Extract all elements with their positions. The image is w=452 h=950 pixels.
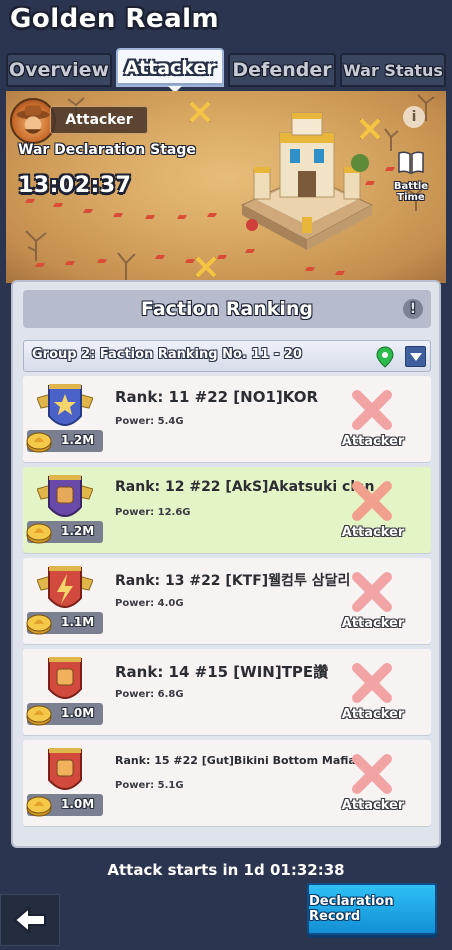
status-label: Attacker [341,798,405,813]
crossed-swords-icon[interactable] [186,98,214,126]
faction-power: Power: 6.8G [115,689,184,700]
tab-overview[interactable]: Overview [6,53,112,87]
gold-coin-icon [26,796,52,817]
faction-rank: Rank: 13 #22 [KTF]웰컴투 삼달리 [115,573,351,589]
faction-row[interactable]: 1.1M Rank: 13 #22 [KTF]웰컴투 삼달리 Power: 4.… [23,558,431,644]
tab-label: Defender [232,59,332,81]
gold-coin-icon [26,614,52,635]
faction-power: Power: 5.4G [115,416,184,427]
faction-row[interactable]: 1.2M Rank: 12 #22 [AkS]Akatsuki clan Pow… [23,467,431,553]
back-arrow-icon [13,906,46,934]
attacker-badge: Attacker [10,98,148,144]
tab-label: War Status [343,60,443,80]
battle-time-label: Battle Time [393,181,429,203]
member-power-value: 1.0M [61,706,95,720]
battle-time-button[interactable]: Battle Time [380,149,442,203]
group-label: Group 2: Faction Ranking No. 11 - 20 [32,347,302,362]
member-power-value: 1.0M [61,797,95,811]
faction-ranking-panel: Faction Ranking ! Group 2: Faction Ranki… [11,280,441,848]
back-button[interactable] [0,894,60,946]
info-icon[interactable]: i [403,106,425,128]
tab-defender[interactable]: Defender [228,53,336,87]
group-selector[interactable]: Group 2: Faction Ranking No. 11 - 20 [23,340,431,372]
panel-title: Faction Ranking [141,298,313,320]
role-label: Attacker [50,106,148,134]
crossed-swords-icon[interactable] [192,253,220,281]
cowboy-hat-icon [16,105,50,134]
stage-timer: 13:02:37 [18,173,132,198]
help-icon[interactable]: ! [403,299,423,319]
chevron-down-icon [409,352,422,361]
attacker-cross-icon [352,390,392,430]
gold-coin-icon [26,523,52,544]
status-label: Attacker [341,707,405,722]
faction-rank: Rank: 15 #22 [Gut]Bikini Bottom Mafia [115,754,356,767]
declaration-record-button[interactable]: Declaration Record [307,883,437,935]
attacker-cross-icon [352,572,392,612]
faction-rank: Rank: 11 #22 [NO1]KOR [115,388,319,406]
location-pin-icon[interactable] [376,346,394,368]
faction-power: Power: 5.1G [115,780,184,791]
faction-power: Power: 4.0G [115,598,184,609]
status-label: Attacker [341,616,405,631]
crossed-swords-icon[interactable] [356,115,384,143]
member-power-pill: 1.2M [26,430,103,453]
attacker-cross-icon [352,481,392,521]
member-power-pill: 1.2M [26,521,103,544]
faction-row[interactable]: 1.0M Rank: 14 #15 [WIN]TPE讚 Power: 6.8G … [23,649,431,735]
tab-bar: Overview Attacker Defender War Status [6,48,446,93]
stage-label: War Declaration Stage [18,142,196,158]
faction-rank: Rank: 12 #22 [AkS]Akatsuki clan [115,479,375,495]
member-power-pill: 1.0M [26,703,103,726]
faction-row[interactable]: 1.0M Rank: 15 #22 [Gut]Bikini Bottom Maf… [23,740,431,826]
page-title: Golden Realm [10,4,220,34]
gold-coin-icon [26,705,52,726]
member-power-pill: 1.1M [26,612,103,635]
tab-war-status[interactable]: War Status [340,53,446,87]
dropdown-button[interactable] [405,346,426,367]
member-power-pill: 1.0M [26,794,103,817]
panel-header: Faction Ranking ! [23,290,431,328]
open-book-icon [398,151,424,175]
member-power-value: 1.2M [61,433,95,447]
faction-row[interactable]: 1.2M Rank: 11 #22 [NO1]KOR Power: 5.4G A… [23,376,431,462]
faction-power: Power: 12.6G [115,507,191,518]
member-power-value: 1.1M [61,615,95,629]
gold-coin-icon [26,432,52,453]
tab-attacker[interactable]: Attacker [116,48,224,87]
status-label: Attacker [341,434,405,449]
attacker-cross-icon [352,754,392,794]
attacker-cross-icon [352,663,392,703]
attack-countdown: Attack starts in 1d 01:32:38 [107,861,345,879]
tab-label: Attacker [124,56,216,79]
member-power-value: 1.2M [61,524,95,538]
tab-label: Overview [8,59,110,81]
status-label: Attacker [341,525,405,540]
faction-rank: Rank: 14 #15 [WIN]TPE讚 [115,663,329,681]
